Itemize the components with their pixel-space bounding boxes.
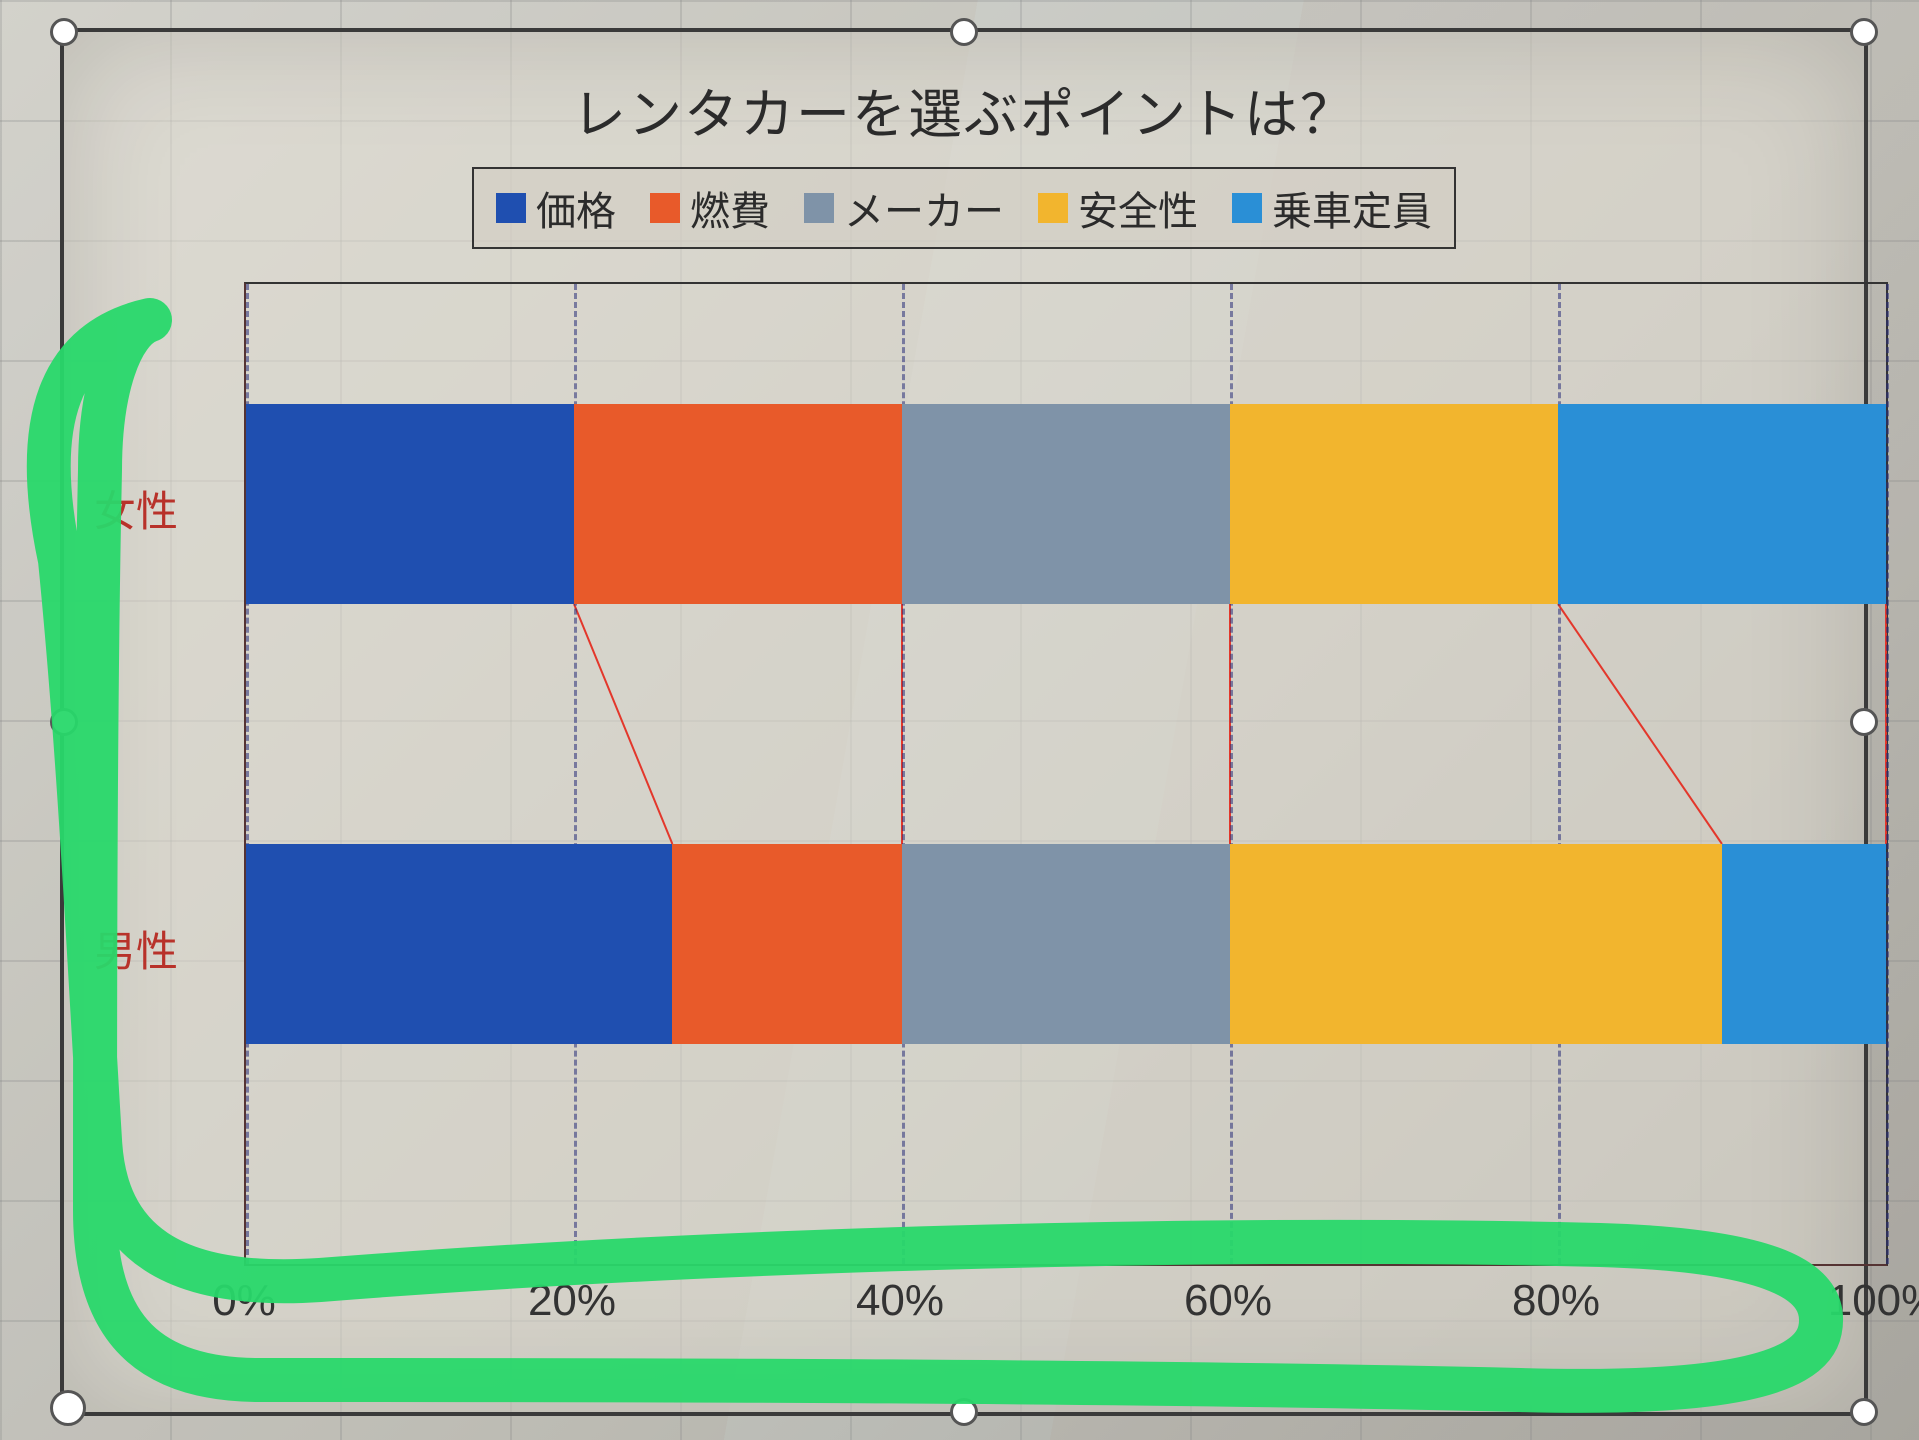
bar-segment-女性-メーカー[interactable]	[902, 404, 1230, 604]
bar-segment-女性-燃費[interactable]	[574, 404, 902, 604]
resize-handle-ne[interactable]	[1850, 18, 1878, 46]
bar-segment-男性-燃費[interactable]	[672, 844, 902, 1044]
bar-segment-男性-安全性[interactable]	[1230, 844, 1722, 1044]
bar-segment-女性-安全性[interactable]	[1230, 404, 1558, 604]
resize-handle-sw[interactable]	[50, 1390, 86, 1426]
chart-legend[interactable]: 価格 燃費 メーカー 安全性 乗車定員	[472, 167, 1456, 249]
legend-label-1: 燃費	[690, 179, 770, 237]
bar-row-男性[interactable]	[246, 844, 1886, 1044]
bar-segment-女性-価格[interactable]	[246, 404, 574, 604]
series-connector-0	[574, 604, 672, 844]
x-tick-40%: 40%	[856, 1276, 944, 1326]
grid-line-100	[1886, 284, 1889, 1264]
bar-segment-男性-価格[interactable]	[246, 844, 672, 1044]
resize-handle-w[interactable]	[50, 708, 78, 736]
bar-segment-女性-乗車定員[interactable]	[1558, 404, 1886, 604]
bar-segment-男性-メーカー[interactable]	[902, 844, 1230, 1044]
x-tick-100%: 100%	[1828, 1276, 1919, 1326]
resize-handle-nw[interactable]	[50, 18, 78, 46]
resize-handle-n[interactable]	[950, 18, 978, 46]
plot-area[interactable]	[244, 282, 1888, 1266]
x-axis-ticks: 0%20%40%60%80%100%	[244, 1276, 1884, 1336]
legend-swatch-2	[804, 193, 834, 223]
legend-item-3[interactable]: 安全性	[1038, 179, 1198, 237]
legend-item-2[interactable]: メーカー	[804, 179, 1004, 237]
legend-label-4: 乗車定員	[1272, 179, 1432, 237]
legend-label-3: 安全性	[1078, 179, 1198, 237]
bar-row-女性[interactable]	[246, 404, 1886, 604]
series-connector-3	[1558, 604, 1722, 844]
y-axis-label-female: 女性	[94, 478, 234, 539]
bar-segment-男性-乗車定員[interactable]	[1722, 844, 1886, 1044]
legend-item-4[interactable]: 乗車定員	[1232, 179, 1432, 237]
legend-item-0[interactable]: 価格	[496, 179, 616, 237]
chart-object[interactable]: レンタカーを選ぶポイントは？ 価格 燃費 メーカー 安全性 乗車定員 女性 男性 0% 2…	[60, 28, 1868, 1416]
legend-swatch-4	[1232, 193, 1262, 223]
legend-swatch-0	[496, 193, 526, 223]
x-tick-20%: 20%	[528, 1276, 616, 1326]
y-axis-label-male: 男性	[94, 918, 234, 979]
x-tick-0%: 0%	[212, 1276, 276, 1326]
resize-handle-s[interactable]	[950, 1398, 978, 1426]
legend-label-0: 価格	[536, 179, 616, 237]
resize-handle-se[interactable]	[1850, 1398, 1878, 1426]
legend-item-1[interactable]: 燃費	[650, 179, 770, 237]
legend-swatch-3	[1038, 193, 1068, 223]
x-tick-80%: 80%	[1512, 1276, 1600, 1326]
legend-swatch-1	[650, 193, 680, 223]
x-tick-60%: 60%	[1184, 1276, 1272, 1326]
legend-label-2: メーカー	[844, 179, 1004, 237]
chart-title[interactable]: レンタカーを選ぶポイントは？	[64, 70, 1864, 149]
